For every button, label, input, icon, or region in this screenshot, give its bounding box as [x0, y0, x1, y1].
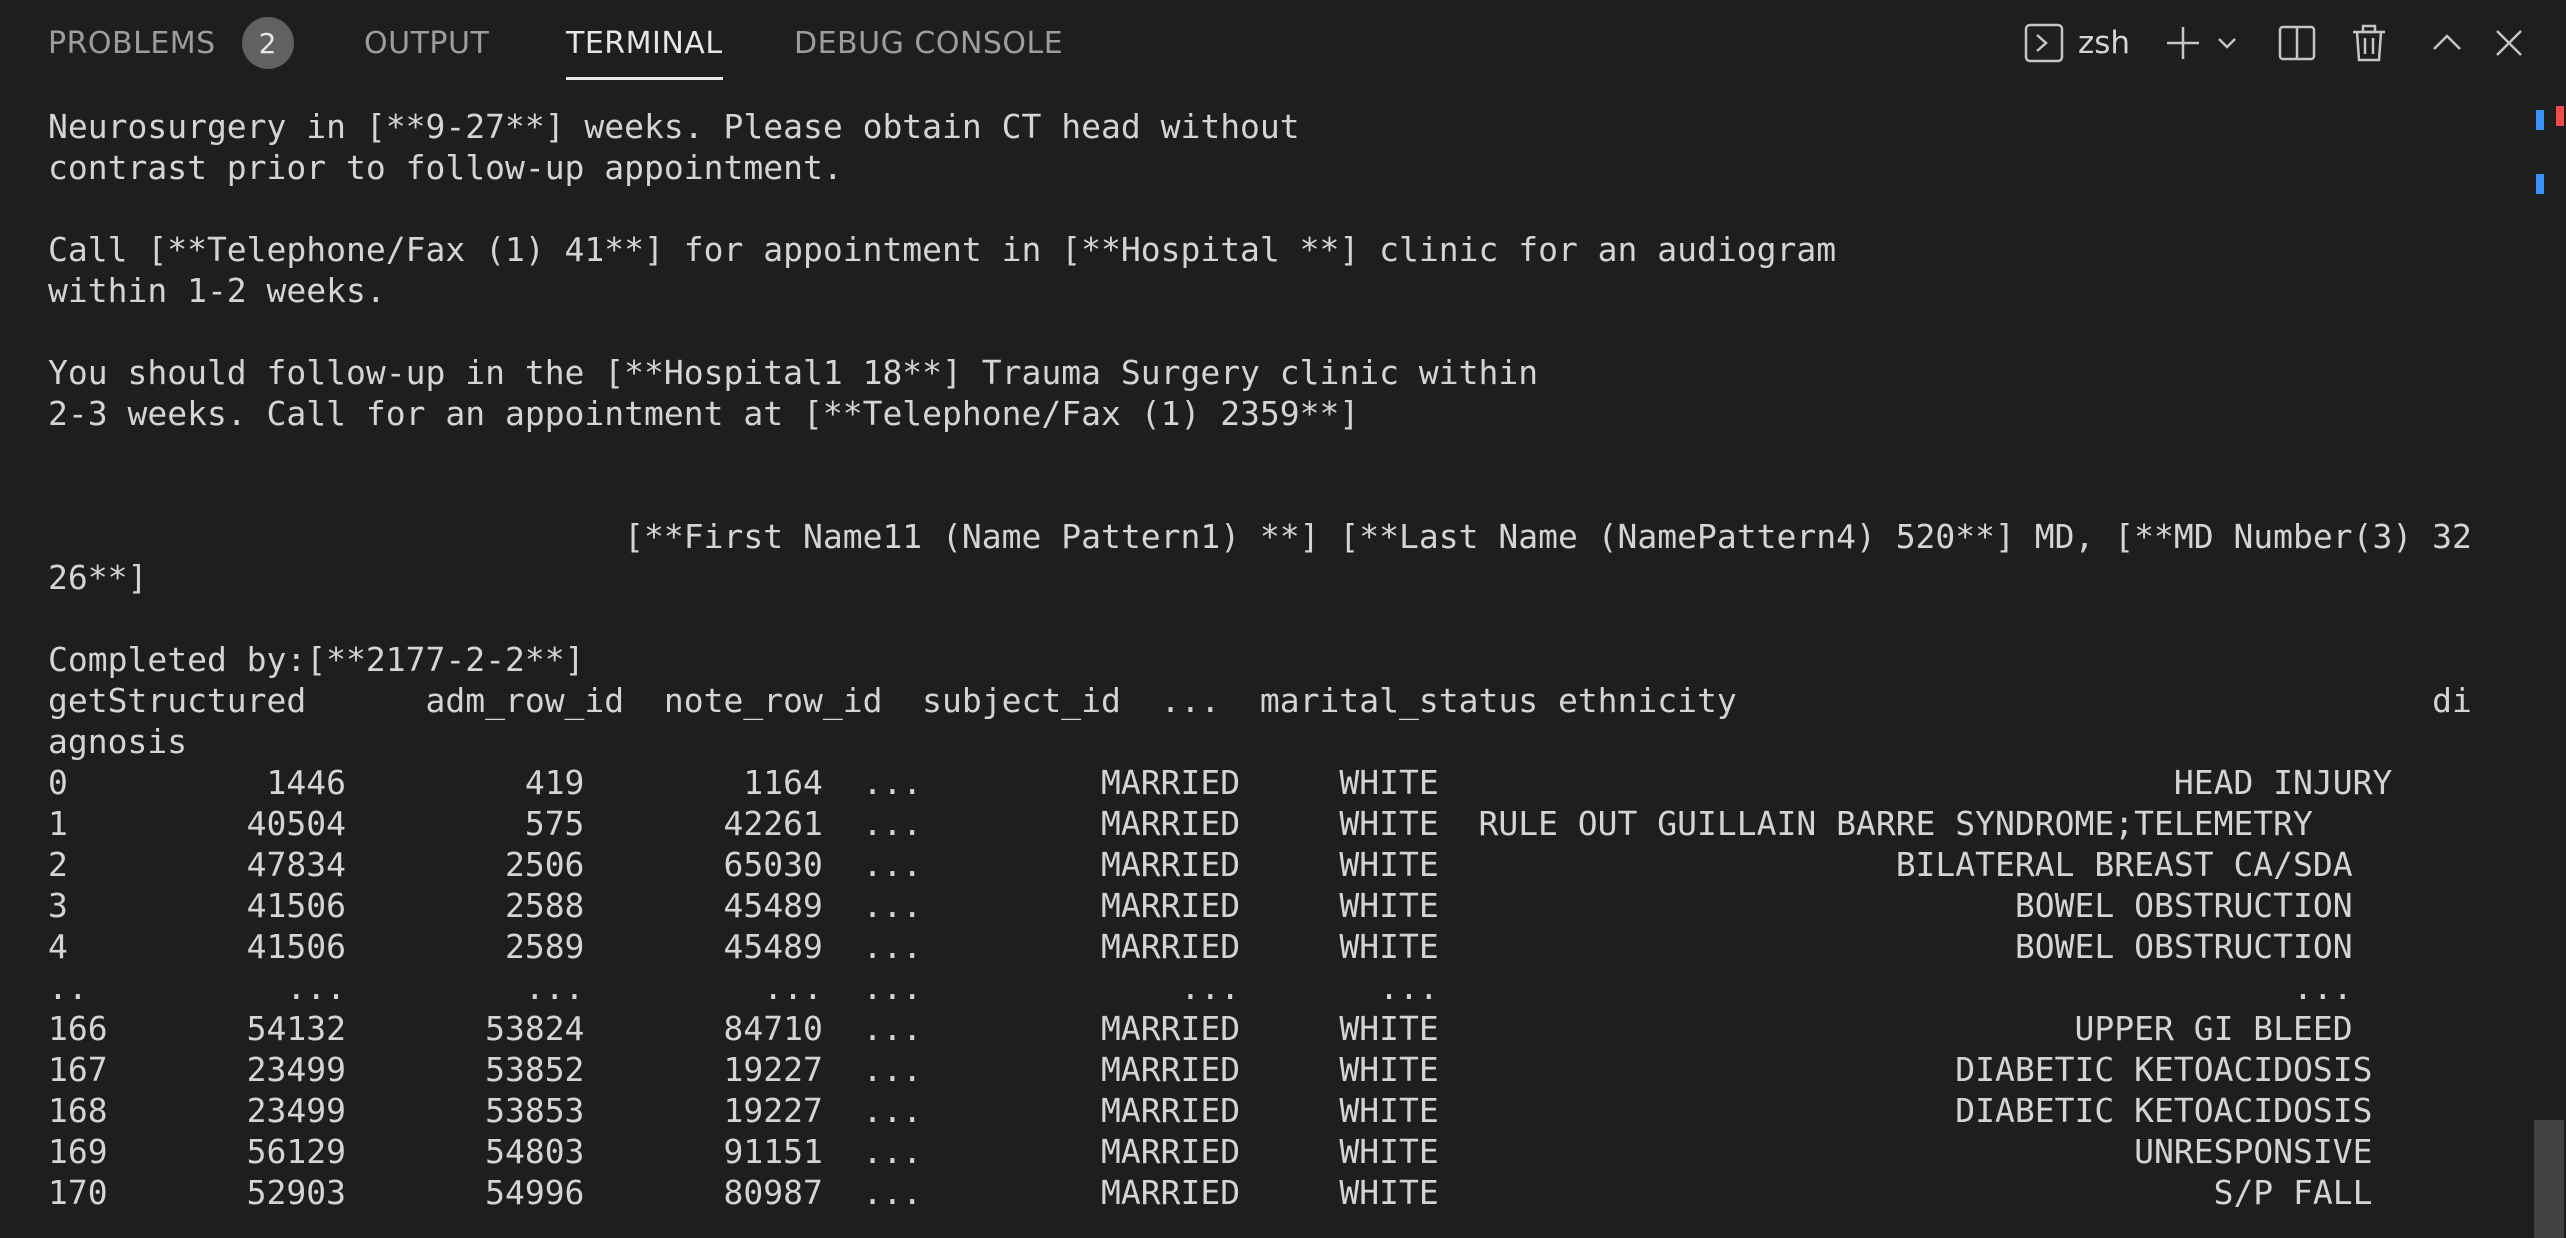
terminal-line: Call [**Telephone/Fax (1) 41**] for appo…	[48, 230, 1837, 269]
tab-debug-console[interactable]: DEBUG CONSOLE	[794, 0, 1063, 86]
scroll-marker-blue	[2536, 174, 2544, 194]
table-row: 0 1446 419 1164 ... MARRIED WHITE HEAD I…	[48, 763, 2393, 802]
table-row: 170 52903 54996 80987 ... MARRIED WHITE …	[48, 1173, 2373, 1212]
tab-debug-console-label: DEBUG CONSOLE	[794, 25, 1064, 61]
table-row: 169 56129 54803 91151 ... MARRIED WHITE …	[48, 1132, 2373, 1171]
shell-selector[interactable]: zsh	[2024, 21, 2154, 65]
terminal-icon	[2024, 23, 2064, 63]
scrollbar-thumb[interactable]	[2534, 1120, 2564, 1238]
tab-output[interactable]: OUTPUT	[364, 0, 489, 86]
shell-name: zsh	[2078, 25, 2131, 61]
table-row: 168 23499 53853 19227 ... MARRIED WHITE …	[48, 1091, 2373, 1130]
terminal-line: 26**]	[48, 558, 148, 597]
terminal-line: within 1-2 weeks.	[48, 271, 386, 310]
close-panel-button[interactable]	[2490, 21, 2528, 65]
terminal-output[interactable]: Neurosurgery in [**9-27**] weeks. Please…	[0, 86, 2520, 1238]
problems-count-badge: 2	[241, 17, 294, 69]
dataframe-header: getStructured adm_row_id note_row_id sub…	[48, 681, 2472, 720]
split-terminal-icon	[2277, 23, 2317, 63]
terminal-line: contrast prior to follow-up appointment.	[48, 148, 843, 187]
tab-output-label: OUTPUT	[364, 25, 490, 61]
table-row: .. ... ... ... ... ... ... ...	[48, 968, 2353, 1007]
kill-terminal-button[interactable]	[2348, 21, 2390, 65]
scroll-marker-red	[2556, 106, 2564, 126]
terminal-line: 2-3 weeks. Call for an appointment at [*…	[48, 394, 1360, 433]
table-row: 166 54132 53824 84710 ... MARRIED WHITE …	[48, 1009, 2353, 1048]
tab-terminal[interactable]: TERMINAL	[566, 0, 723, 86]
terminal-line: Neurosurgery in [**9-27**] weeks. Please…	[48, 107, 1300, 146]
chevron-down-icon	[2215, 31, 2239, 55]
table-row: 167 23499 53852 19227 ... MARRIED WHITE …	[48, 1050, 2373, 1089]
new-terminal-button[interactable]	[2162, 21, 2204, 65]
launch-profile-dropdown[interactable]	[2212, 21, 2242, 65]
panel-tab-bar: PROBLEMS 2 OUTPUT TERMINAL DEBUG CONSOLE…	[0, 0, 2566, 86]
split-terminal-button[interactable]	[2276, 21, 2318, 65]
table-row: 4 41506 2589 45489 ... MARRIED WHITE BOW…	[48, 927, 2353, 966]
active-tab-indicator	[566, 77, 723, 80]
scroll-marker-blue	[2536, 110, 2544, 130]
table-row: 1 40504 575 42261 ... MARRIED WHITE RULE…	[48, 804, 2313, 843]
dataframe-header: agnosis	[48, 722, 188, 761]
tab-terminal-label: TERMINAL	[566, 25, 723, 61]
table-row: 2 47834 2506 65030 ... MARRIED WHITE BIL…	[48, 845, 2353, 884]
trash-icon	[2349, 23, 2389, 63]
tab-problems-label: PROBLEMS	[48, 25, 216, 61]
plus-icon	[2163, 23, 2203, 63]
maximize-icon	[2430, 26, 2464, 60]
terminal-scrollbar[interactable]	[2532, 86, 2566, 1238]
terminal-line: [**First Name11 (Name Pattern1) **] [**L…	[48, 517, 2472, 556]
close-icon	[2492, 26, 2526, 60]
terminal-line: Completed by:[**2177-2-2**]	[48, 640, 585, 679]
terminal-panel: PROBLEMS 2 OUTPUT TERMINAL DEBUG CONSOLE…	[0, 0, 2566, 1238]
maximize-panel-button[interactable]	[2428, 21, 2466, 65]
tab-problems[interactable]: PROBLEMS 2	[48, 0, 294, 86]
terminal-line: You should follow-up in the [**Hospital1…	[48, 353, 1539, 392]
table-row: 3 41506 2588 45489 ... MARRIED WHITE BOW…	[48, 886, 2353, 925]
